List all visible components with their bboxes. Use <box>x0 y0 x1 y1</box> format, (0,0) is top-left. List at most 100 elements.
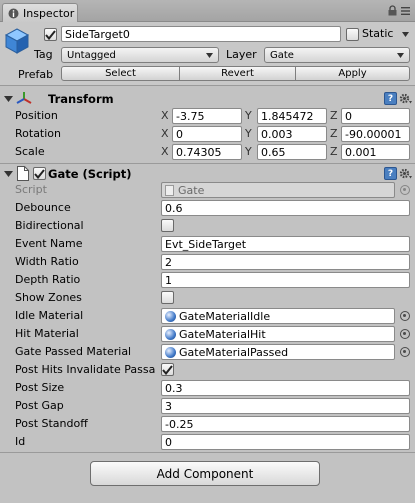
axis-y-label[interactable]: Y <box>245 109 252 122</box>
axis-z-label[interactable]: Z <box>330 127 338 140</box>
transform-row-scale: Scale X 0.74305 Y 0.65 Z 0.001 <box>0 143 415 161</box>
event-name-row: Event Name Evt_SideTarget <box>0 235 415 253</box>
object-picker-icon[interactable] <box>400 329 410 339</box>
axis-z-label[interactable]: Z <box>330 145 338 158</box>
transform-row-label: Scale <box>15 145 45 158</box>
id-input[interactable]: 0 <box>161 434 410 450</box>
depth-ratio-label: Depth Ratio <box>15 273 81 286</box>
post-size-label: Post Size <box>15 381 65 394</box>
help-book-icon[interactable]: ? <box>384 92 397 105</box>
idle-material-label: Idle Material <box>15 309 84 322</box>
transform-y-input[interactable]: 1.845472 <box>257 108 327 124</box>
transform-z-input[interactable]: -90.00001 <box>341 126 410 142</box>
add-component-button[interactable]: Add Component <box>90 461 320 486</box>
object-picker-icon[interactable] <box>400 347 410 357</box>
prefab-apply-button[interactable]: Apply <box>295 66 410 81</box>
info-icon <box>7 8 19 19</box>
transform-x-input[interactable]: 0.74305 <box>172 144 242 160</box>
chevron-down-icon <box>397 52 404 58</box>
menu-icon[interactable] <box>401 6 410 16</box>
transform-x-input[interactable]: 0 <box>172 126 242 142</box>
idle-material-field[interactable]: GateMaterialIdle <box>161 308 395 324</box>
help-book-icon[interactable]: ? <box>384 167 397 180</box>
layer-value: Gate <box>270 49 294 61</box>
transform-row-rotation: Rotation X 0 Y 0.003 Z -90.00001 <box>0 125 415 143</box>
gate-script-title: Gate (Script) <box>48 167 132 181</box>
transform-row-position: Position X -3.75 Y 1.845472 Z 0 <box>0 107 415 125</box>
passed-material-row: Gate Passed Material GateMaterialPassed <box>0 343 415 361</box>
event-name-label: Event Name <box>15 237 83 250</box>
post-standoff-label: Post Standoff <box>15 417 88 430</box>
bidirectional-checkbox[interactable] <box>161 219 174 232</box>
event-name-input[interactable]: Evt_SideTarget <box>161 236 410 252</box>
depth-ratio-input[interactable]: 1 <box>161 272 410 288</box>
passed-material-value: GateMaterialPassed <box>179 345 289 359</box>
show-zones-label: Show Zones <box>15 291 82 304</box>
post-hits-row: Post Hits Invalidate Passa <box>0 361 415 379</box>
gameobject-cube-icon <box>4 27 30 55</box>
hit-material-value: GateMaterialHit <box>179 327 266 341</box>
object-picker-icon[interactable] <box>400 311 410 321</box>
transform-title: Transform <box>48 92 114 106</box>
idle-material-row: Idle Material GateMaterialIdle <box>0 307 415 325</box>
transform-y-input[interactable]: 0.65 <box>257 144 327 160</box>
axis-z-label[interactable]: Z <box>330 109 338 122</box>
post-hits-checkbox[interactable] <box>161 363 174 376</box>
material-sphere-icon <box>165 310 176 322</box>
axis-x-label[interactable]: X <box>161 109 169 122</box>
tag-dropdown[interactable]: Untagged <box>61 47 219 63</box>
material-sphere-icon <box>165 346 176 358</box>
gear-icon[interactable] <box>399 92 412 105</box>
post-size-input[interactable]: 0.3 <box>161 380 410 396</box>
static-checkbox[interactable] <box>346 28 359 41</box>
transform-z-input[interactable]: 0 <box>341 108 410 124</box>
passed-material-field[interactable]: GateMaterialPassed <box>161 344 395 360</box>
active-checkbox[interactable] <box>44 28 57 41</box>
layer-label: Layer <box>226 48 257 61</box>
gate-enabled-checkbox[interactable] <box>33 167 46 180</box>
prefab-revert-button[interactable]: Revert <box>179 66 296 81</box>
post-size-row: Post Size 0.3 <box>0 379 415 397</box>
layer-dropdown[interactable]: Gate <box>264 47 410 63</box>
show-zones-checkbox[interactable] <box>161 291 174 304</box>
gear-icon[interactable] <box>399 167 412 180</box>
post-gap-input[interactable]: 3 <box>161 398 410 414</box>
object-picker-icon <box>400 185 410 195</box>
hit-material-field[interactable]: GateMaterialHit <box>161 326 395 342</box>
post-standoff-input[interactable]: -0.25 <box>161 416 410 432</box>
static-label: Static <box>362 27 394 40</box>
transform-header[interactable]: Transform ? <box>0 89 415 108</box>
lock-icon[interactable] <box>388 5 397 16</box>
tab-label: Inspector <box>23 6 75 20</box>
divider <box>0 452 415 453</box>
debounce-input[interactable]: 0.6 <box>161 200 410 216</box>
prefab-label: Prefab <box>18 68 54 81</box>
axis-x-label[interactable]: X <box>161 127 169 140</box>
script-label: Script <box>15 183 47 196</box>
width-ratio-label: Width Ratio <box>15 255 79 268</box>
script-value: Gate <box>178 183 205 197</box>
idle-material-value: GateMaterialIdle <box>179 309 271 323</box>
hit-material-row: Hit Material GateMaterialHit <box>0 325 415 343</box>
tab-bar: Inspector <box>0 0 415 22</box>
show-zones-row: Show Zones <box>0 289 415 307</box>
debounce-label: Debounce <box>15 201 71 214</box>
transform-y-input[interactable]: 0.003 <box>257 126 327 142</box>
bidirectional-label: Bidirectional <box>15 219 84 232</box>
post-gap-label: Post Gap <box>15 399 64 412</box>
axis-y-label[interactable]: Y <box>245 145 252 158</box>
chevron-down-icon[interactable] <box>399 26 411 42</box>
transform-z-input[interactable]: 0.001 <box>341 144 410 160</box>
prefab-select-button[interactable]: Select <box>61 66 180 81</box>
post-gap-row: Post Gap 3 <box>0 397 415 415</box>
id-row: Id 0 <box>0 433 415 451</box>
axis-y-label[interactable]: Y <box>245 127 252 140</box>
object-name-input[interactable]: SideTarget0 <box>61 26 341 42</box>
foldout-arrow-icon[interactable] <box>4 94 14 104</box>
foldout-arrow-icon[interactable] <box>4 169 14 179</box>
axis-x-label[interactable]: X <box>161 145 169 158</box>
script-file-icon <box>165 184 174 196</box>
transform-x-input[interactable]: -3.75 <box>172 108 242 124</box>
width-ratio-input[interactable]: 2 <box>161 254 410 270</box>
tab-inspector[interactable]: Inspector <box>2 3 78 22</box>
